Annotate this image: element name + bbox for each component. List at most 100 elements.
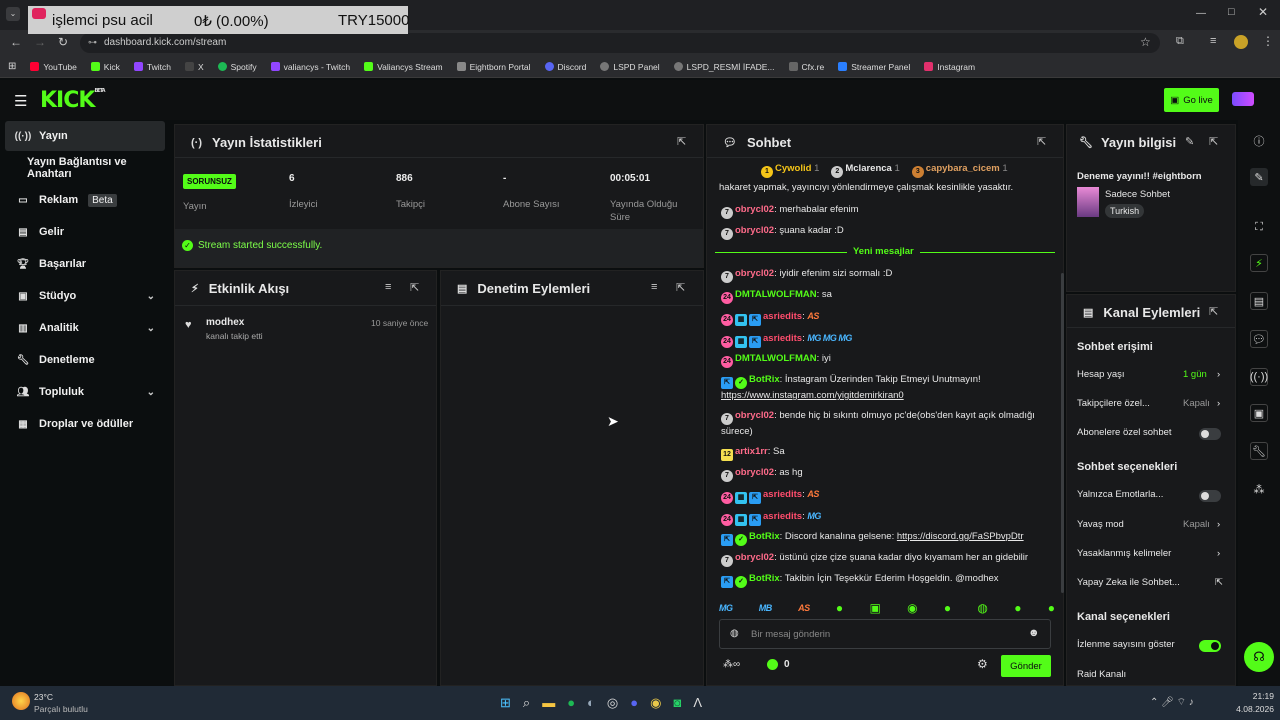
ai-chat-row[interactable]: Yapay Zeka ile Sohbet... ⇱ (1077, 577, 1223, 588)
chrome-icon[interactable]: ◉ (650, 695, 661, 711)
steam-icon[interactable]: ◐ (587, 695, 595, 711)
followers-only-row[interactable]: Takipçilere özel... Kapalı › (1077, 398, 1223, 409)
sidebar-item-yayin[interactable]: ((·)) Yayın (5, 121, 165, 151)
bookmark-valiancys-stream[interactable]: Valiancys Stream (364, 62, 443, 72)
bookmark-lspd-panel[interactable]: LSPD Panel (600, 62, 660, 72)
tray-icons[interactable]: ⌃ 🎤︎ ⌔ ♪ (1150, 696, 1194, 709)
forward-icon[interactable]: → (34, 35, 46, 49)
bolt-icon[interactable]: ⚡︎ (1250, 254, 1268, 272)
go-live-button[interactable]: ▣ Go live (1164, 88, 1219, 112)
maximize-icon[interactable]: □ (1228, 6, 1235, 18)
emote-only-toggle[interactable] (1199, 490, 1221, 502)
bookmark-star-icon[interactable]: ☆ (1140, 35, 1151, 49)
slow-mode-row[interactable]: Yavaş mod Kapalı › (1077, 519, 1223, 530)
filter-icon[interactable]: ≡ (385, 281, 391, 293)
gear-icon[interactable]: ⚙ (977, 657, 988, 671)
bookmark-valiancys-twitch[interactable]: valiancys - Twitch (270, 62, 350, 72)
filter-icon[interactable]: ≡ (651, 281, 657, 293)
whatsapp-icon[interactable]: ◙ (673, 695, 681, 711)
weather-icon[interactable] (12, 692, 30, 710)
channel-points[interactable]: 0 (767, 659, 790, 670)
media-icon[interactable]: ≡ (1210, 35, 1216, 47)
browser-menu-icon[interactable]: ⋮ (1262, 34, 1274, 48)
chat-link[interactable]: https://discord.gg/FaSPbvpDtr (897, 531, 1024, 542)
minimize-icon[interactable]: — (1196, 8, 1206, 19)
wrench-icon[interactable]: 🔧︎ (1250, 442, 1268, 460)
chat-scrollbar[interactable] (1061, 273, 1064, 593)
info-icon[interactable]: ⓘ (1250, 132, 1268, 150)
users-icon[interactable]: ⁂ (1250, 480, 1268, 498)
sidebar-item-denetleme[interactable]: 🔧︎ Denetleme (5, 345, 165, 375)
edit-icon[interactable]: ✎ (1185, 135, 1194, 148)
sidebar-item-gelir[interactable]: ▤ Gelir (5, 217, 165, 247)
sidebar-item-basarilar[interactable]: 🏆︎ Başarılar (5, 249, 165, 279)
raid-row[interactable]: Raid Kanalı (1077, 669, 1223, 680)
chat-link[interactable]: https://www.instagram.com/yigitdemirkira… (721, 390, 904, 401)
channel-icon[interactable]: ▣ (1250, 404, 1268, 422)
sidebar-item-reklam[interactable]: ▭ Reklam Beta (5, 185, 165, 215)
popout-icon[interactable]: ⇱ (1037, 135, 1046, 148)
sidebar-item-stream-key[interactable]: Yayın Bağlantısı ve Anahtarı (5, 153, 165, 183)
emote-icon[interactable]: ◍ (977, 601, 987, 615)
chat-settings-icon[interactable]: ◍ (730, 628, 739, 639)
user-avatar[interactable] (1232, 92, 1254, 106)
top-gifter[interactable]: 3 capybara_cicem 1 (911, 163, 1008, 178)
app-icon[interactable]: Λ (693, 695, 702, 711)
emoji-icon[interactable]: ☻ (1028, 627, 1040, 639)
support-headset-icon[interactable]: ☊ (1244, 642, 1274, 672)
top-gifter[interactable]: 1 Cywolid 1 (761, 163, 819, 178)
emote-icon[interactable]: ▣ (869, 601, 880, 615)
start-icon[interactable]: ⊞ (500, 695, 511, 711)
emote-icon[interactable]: ◉ (907, 601, 917, 615)
close-icon[interactable]: ✕ (1258, 5, 1268, 19)
bookmark-kick[interactable]: Kick (90, 62, 120, 72)
emote[interactable]: MG (719, 603, 733, 613)
bookmark-lspd-resmi[interactable]: LSPD_RESMİ İFADE... (673, 62, 775, 72)
show-views-toggle[interactable] (1199, 640, 1221, 652)
banned-words-row[interactable]: Yasaklanmış kelimeler › (1077, 548, 1223, 559)
activity-user[interactable]: modhex (206, 317, 244, 328)
reload-icon[interactable]: ↻ (58, 35, 68, 49)
bookmark-x[interactable]: X (184, 62, 204, 72)
sidebar-item-studyo[interactable]: ▣ Stüdyo ⌄ (5, 281, 165, 311)
sidebar-item-analitik[interactable]: ▥ Analitik ⌄ (5, 313, 165, 343)
url-field[interactable]: ⊶ dashboard.kick.com/stream ☆ (80, 33, 1160, 53)
account-age-row[interactable]: Hesap yaşı 1 gün › (1077, 369, 1223, 380)
top-gifter[interactable]: 2 Mclarenca 1 (831, 163, 900, 178)
broadcast-icon[interactable]: ((·)) (1250, 368, 1268, 386)
users-icon[interactable]: ⁂∞ (723, 659, 740, 670)
popout-icon[interactable]: ⇱ (410, 281, 419, 294)
emote-icon[interactable]: ● (1014, 601, 1021, 615)
bookmark-eightborn[interactable]: Eightborn Portal (456, 62, 531, 72)
site-info-icon[interactable]: ⊶ (88, 37, 97, 48)
apps-grid-icon[interactable]: ⊞ (8, 61, 16, 72)
bookmark-youtube[interactable]: YouTube (30, 62, 77, 72)
search-icon[interactable]: ⌕ (523, 695, 530, 711)
chat-input[interactable]: ◍ Bir mesaj gönderin ☻ (719, 619, 1051, 649)
chat-icon[interactable]: 💬︎ (1250, 330, 1268, 348)
bookmark-twitch[interactable]: Twitch (133, 62, 171, 72)
bookmark-spotify[interactable]: Spotify (217, 62, 257, 72)
file-explorer-icon[interactable]: ▬ (542, 695, 555, 711)
bookmark-streamer-panel[interactable]: Streamer Panel (838, 62, 910, 72)
emote-icon[interactable]: ● (944, 601, 951, 615)
popout-icon[interactable]: ⇱ (1209, 305, 1218, 318)
fullscreen-icon[interactable]: ⛶ (1250, 218, 1268, 236)
popout-icon[interactable]: ⇱ (677, 135, 686, 148)
discord-icon[interactable]: ● (630, 695, 638, 711)
edit-icon[interactable]: ✎ (1250, 168, 1268, 186)
category-name[interactable]: Sadece Sohbet (1105, 189, 1170, 200)
tab-menu-icon[interactable]: ⌄ (6, 7, 20, 21)
document-icon[interactable]: ▤ (1250, 292, 1268, 310)
emote[interactable]: AS (798, 603, 810, 613)
sidebar-item-droplar[interactable]: ▦ Droplar ve ödüller (5, 409, 165, 439)
kick-logo[interactable]: KICKBETA (40, 88, 106, 113)
emote-icon[interactable]: ● (836, 601, 843, 615)
bookmark-discord[interactable]: Discord (544, 62, 586, 72)
obs-icon[interactable]: ◎ (607, 695, 618, 711)
emote-icon[interactable]: ● (1048, 601, 1055, 615)
send-button[interactable]: Gönder (1001, 655, 1051, 677)
profile-avatar[interactable] (1234, 35, 1248, 49)
back-icon[interactable]: ← (10, 35, 22, 49)
popout-icon[interactable]: ⇱ (1209, 135, 1218, 148)
